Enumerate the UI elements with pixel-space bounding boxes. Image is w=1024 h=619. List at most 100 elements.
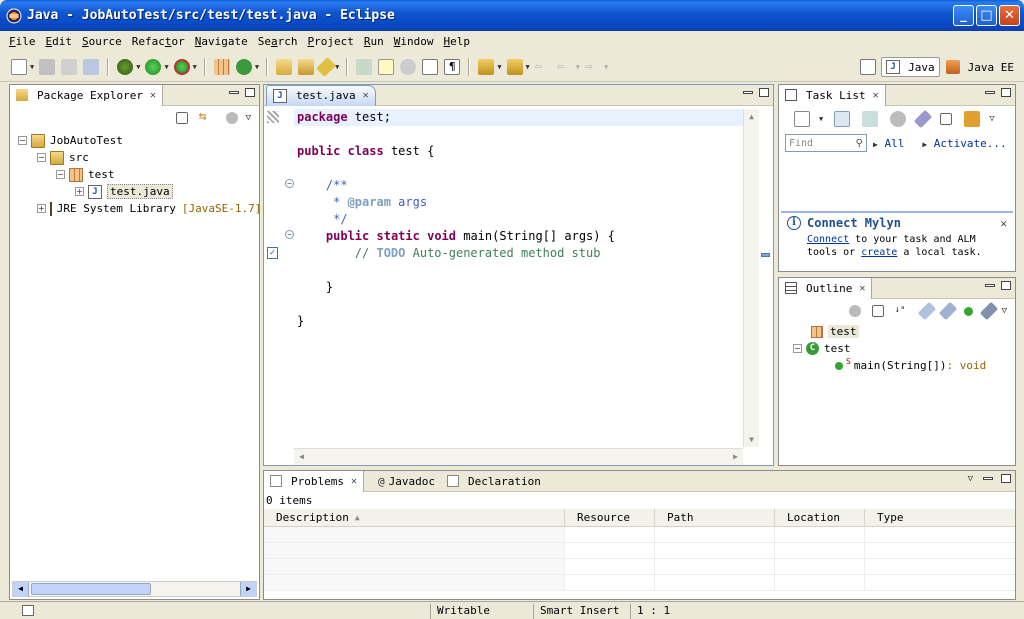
focus-on-workweek-icon[interactable] — [964, 111, 981, 127]
link-with-editor-icon[interactable]: ⇆ — [199, 110, 215, 126]
synchronize-icon[interactable] — [848, 305, 861, 317]
search-dropdown-icon[interactable]: ▼ — [335, 63, 339, 71]
external-tools-dropdown-icon[interactable]: ▼ — [193, 63, 197, 71]
hide-non-public-icon[interactable] — [963, 306, 973, 316]
tree-item-project[interactable]: − JobAutoTest — [18, 132, 259, 149]
next-annotation-icon[interactable] — [478, 58, 495, 75]
outline-item-method[interactable]: S main(String[]) : void — [793, 357, 1015, 374]
menu-run[interactable]: Run — [359, 35, 389, 48]
run-icon[interactable] — [145, 58, 162, 75]
view-menu-dropdown-icon[interactable]: ▽ — [968, 474, 973, 484]
tab-package-explorer[interactable]: Package Explorer ✕ — [10, 84, 163, 106]
close-tab-icon[interactable]: ✕ — [150, 90, 156, 101]
tree-item-src[interactable]: − src — [18, 149, 259, 166]
code-line[interactable]: /** — [294, 177, 743, 194]
scheduled-icon[interactable] — [862, 111, 879, 127]
back-icon[interactable]: ⇦ — [557, 59, 573, 75]
minimize-button[interactable]: _ — [953, 5, 974, 26]
paragraph-icon[interactable]: ¶ — [444, 58, 461, 75]
column-description[interactable]: Description ▲ — [264, 509, 565, 526]
scroll-left-icon[interactable]: ◀ — [13, 582, 29, 596]
debug-dropdown-icon[interactable]: ▼ — [136, 63, 140, 71]
column-type[interactable]: Type — [865, 509, 1015, 526]
close-icon[interactable]: ✕ — [1000, 217, 1007, 230]
collapse-all-icon[interactable] — [940, 113, 953, 125]
fast-view-icon[interactable] — [22, 605, 34, 616]
horizontal-scrollbar[interactable]: ◀ ▶ — [12, 581, 257, 597]
toggle-breadcrumb-icon[interactable] — [400, 58, 417, 75]
save-icon[interactable] — [39, 58, 56, 75]
minimize-view-icon[interactable] — [985, 91, 995, 94]
scroll-left-icon[interactable]: ◀ — [294, 449, 309, 464]
debug-icon[interactable] — [117, 58, 134, 75]
new-icon[interactable] — [11, 58, 27, 75]
code-line[interactable] — [294, 296, 743, 313]
column-location[interactable]: Location — [775, 509, 865, 526]
save-all-icon[interactable] — [61, 58, 78, 75]
view-menu-dropdown-icon[interactable]: ▽ — [989, 114, 994, 124]
external-tools-icon[interactable] — [173, 58, 190, 75]
toggle-highlight-icon[interactable] — [378, 58, 395, 75]
code-line[interactable]: * @param args — [294, 194, 743, 211]
close-tab-icon[interactable]: ✕ — [363, 90, 369, 101]
close-button[interactable]: ✕ — [999, 5, 1020, 26]
minimize-view-icon[interactable] — [229, 91, 239, 94]
menu-help[interactable]: Help — [438, 35, 475, 48]
toggle-mark-occurrences-icon[interactable] — [356, 58, 373, 75]
collapse-icon[interactable]: − — [18, 136, 27, 145]
hide-completed-icon[interactable] — [914, 109, 933, 129]
sort-icon[interactable]: ↓ᵃ — [895, 303, 911, 319]
forward-icon[interactable]: ⇨ — [585, 59, 601, 75]
view-menu-dropdown-icon[interactable]: ▽ — [246, 113, 251, 123]
open-type-icon[interactable] — [276, 58, 293, 75]
collapse-all-icon[interactable] — [871, 305, 884, 317]
tab-javadoc[interactable]: @ Javadoc — [372, 471, 441, 492]
tab-test-java[interactable]: J test.java ✕ — [266, 84, 376, 106]
print-icon[interactable] — [83, 58, 100, 75]
find-input[interactable]: Find ⚲ — [785, 134, 867, 152]
create-link[interactable]: create — [861, 247, 897, 258]
outline-item-package[interactable]: test — [793, 323, 1015, 340]
tab-declaration[interactable]: Declaration — [441, 471, 547, 492]
code-line[interactable] — [294, 262, 743, 279]
collapse-icon[interactable]: − — [56, 170, 65, 179]
hide-static-icon[interactable] — [938, 301, 957, 321]
fold-icon[interactable]: − — [285, 230, 294, 239]
view-menu-icon[interactable] — [225, 112, 238, 124]
run-dropdown-icon[interactable]: ▼ — [164, 63, 168, 71]
categorized-icon[interactable] — [834, 111, 851, 127]
column-path[interactable]: Path — [655, 509, 775, 526]
maximize-button[interactable]: □ — [976, 5, 997, 26]
previous-annotation-icon[interactable] — [506, 58, 523, 75]
search-icon[interactable] — [316, 56, 336, 77]
new-task-icon[interactable] — [794, 111, 810, 127]
open-folder-icon[interactable] — [298, 58, 315, 75]
new-java-package-icon[interactable] — [213, 58, 230, 75]
synchronize-icon[interactable] — [890, 111, 907, 127]
code-line[interactable]: */ — [294, 211, 743, 228]
menu-project[interactable]: Project — [302, 35, 358, 48]
code-line[interactable]: // TODO Auto-generated method stub — [294, 245, 743, 262]
last-edit-location-icon[interactable]: ⇦ — [535, 59, 551, 75]
open-perspective-icon[interactable] — [860, 59, 877, 75]
expand-icon[interactable]: + — [37, 204, 46, 213]
tab-outline[interactable]: Outline ✕ — [779, 277, 873, 299]
code-line[interactable] — [294, 126, 743, 143]
code-line[interactable]: public static void main(String[] args) { — [294, 228, 743, 245]
maximize-view-icon[interactable] — [1001, 474, 1011, 483]
close-tab-icon[interactable]: ✕ — [859, 283, 865, 294]
all-link[interactable]: ▶ All — [873, 137, 904, 150]
maximize-view-icon[interactable] — [759, 88, 769, 97]
minimize-view-icon[interactable] — [983, 477, 993, 480]
scroll-down-icon[interactable]: ▼ — [744, 432, 759, 447]
collapse-icon[interactable]: − — [793, 344, 802, 353]
editor-vertical-scrollbar[interactable]: ▲ ▼ — [743, 109, 759, 447]
perspective-java-ee[interactable]: Java EE — [942, 58, 1018, 76]
new-class-dropdown-icon[interactable]: ▼ — [255, 63, 259, 71]
collapse-all-icon[interactable] — [175, 112, 188, 124]
code-line[interactable] — [294, 160, 743, 177]
connect-link[interactable]: Connect — [807, 234, 849, 245]
fold-icon[interactable]: − — [285, 179, 294, 188]
minimize-view-icon[interactable] — [743, 91, 753, 94]
code-line[interactable]: } — [294, 313, 743, 330]
